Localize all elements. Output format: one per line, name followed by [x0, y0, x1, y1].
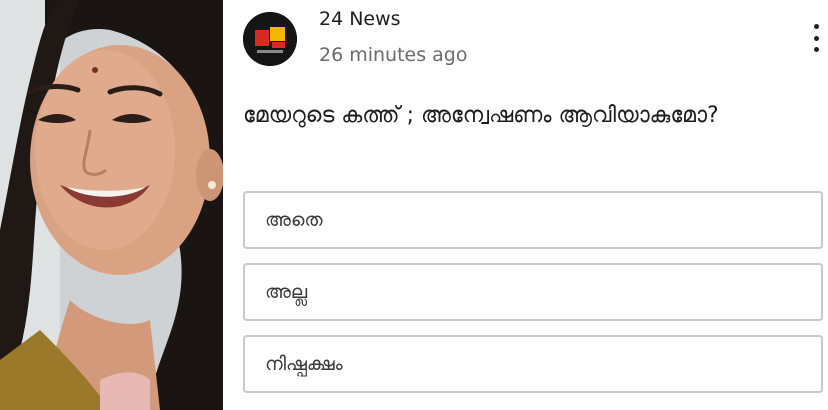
poll-option-no[interactable]: അല്ല: [243, 263, 823, 321]
poll-option-yes[interactable]: അതെ: [243, 191, 823, 249]
post-timestamp: 26 minutes ago: [319, 44, 468, 66]
poll-content: 24 News 26 minutes ago മേയറുടെ കത്ത് ; അ…: [223, 0, 828, 410]
poll-option-label: അല്ല: [265, 281, 308, 303]
channel-avatar[interactable]: [243, 12, 297, 66]
source-name[interactable]: 24 News: [319, 8, 401, 30]
poll-card: 24 News 26 minutes ago മേയറുടെ കത്ത് ; അ…: [0, 0, 828, 410]
post-photo: [0, 0, 223, 410]
poll-question: മേയറുടെ കത്ത് ; അന്വേഷണം ആവിയാകുമോ?: [243, 103, 719, 128]
more-vertical-icon-dot: [813, 35, 819, 41]
channel-logo-icon: [243, 12, 297, 66]
poll-option-label: അതെ: [265, 209, 323, 231]
portrait-illustration: [0, 0, 223, 410]
poll-option-neutral[interactable]: നിഷ്പക്ഷം: [243, 335, 823, 393]
more-vertical-icon-dot: [813, 47, 819, 52]
more-options-button[interactable]: [807, 24, 825, 52]
poll-option-label: നിഷ്പക്ഷം: [265, 353, 343, 375]
more-vertical-icon: [813, 24, 819, 29]
